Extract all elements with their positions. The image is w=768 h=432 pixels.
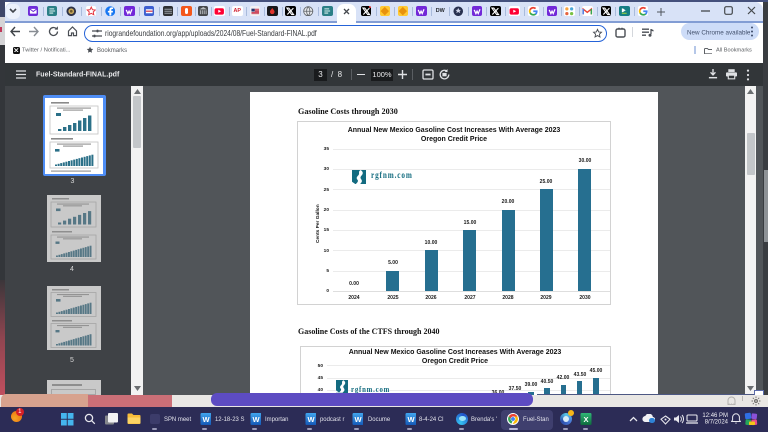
svg-text:W: W: [307, 415, 315, 424]
svg-text:W: W: [252, 415, 260, 424]
svg-text:W: W: [407, 415, 415, 424]
svg-text:W: W: [202, 415, 210, 424]
svg-text:W: W: [354, 415, 362, 424]
svg-text:X: X: [583, 415, 588, 424]
